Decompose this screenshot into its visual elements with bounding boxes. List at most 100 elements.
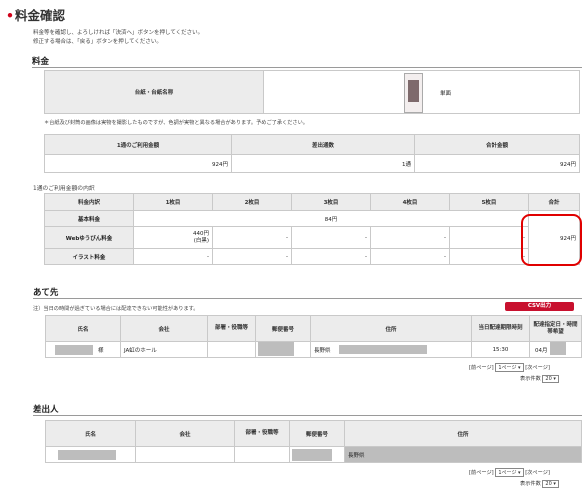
row-web-4: - xyxy=(370,226,450,249)
sender-count-select-value: 20 xyxy=(545,481,552,487)
row-web-first-price: 440円 xyxy=(193,230,209,237)
recipients-note: 注）当日の時間が過ぎている場合には配達できない可能性があります。 xyxy=(33,306,199,312)
sender-row: 長野県 xyxy=(45,446,582,463)
row-web-5: - xyxy=(449,226,529,249)
sender-divider xyxy=(33,415,582,416)
masked-sender-zip xyxy=(292,449,332,461)
sender-count-label: 表示件数 xyxy=(520,481,541,487)
sender-col-name: 氏名 xyxy=(45,420,136,447)
highlight-annotation xyxy=(521,214,582,266)
col-name: 氏名 xyxy=(45,315,121,342)
row-basic-value: 84円 xyxy=(133,210,529,227)
sender-name xyxy=(45,446,136,463)
col-delivery-date: 配達指定日・時間帯希望 xyxy=(529,315,582,342)
intro-line-2: 修正する場合は、「戻る」ボタンを押してください。 xyxy=(33,39,162,45)
summary-header-unit: 1通のご利用金額 xyxy=(44,134,232,155)
masked-sender-name xyxy=(58,450,116,460)
delivery-month: 04月 xyxy=(535,348,548,354)
intro-line-1: 料金等を確認し、よろしければ「決済へ」ボタンを押してください。 xyxy=(33,30,204,36)
row-basic-label: 基本料金 xyxy=(44,210,134,227)
breakdown-header-total: 合計 xyxy=(528,193,580,211)
count-label: 表示件数 xyxy=(520,376,541,382)
sender-heading: 差出人 xyxy=(33,405,59,415)
summary-table: 1通のご利用金額 差出通数 合計金額 924円 1通 924円 xyxy=(44,134,580,173)
sender-zip xyxy=(289,446,345,463)
sender-department xyxy=(234,446,290,463)
masked-address xyxy=(339,345,427,354)
row-illust-5: - xyxy=(449,248,529,265)
paper-thumbnail xyxy=(404,73,423,113)
breakdown-header-1: 1枚目 xyxy=(133,193,213,211)
summary-unit-price: 924円 xyxy=(44,154,232,173)
paper-table: 台紙・台紙名称 単面 xyxy=(44,70,580,114)
summary-header-total: 合計金額 xyxy=(414,134,580,155)
row-illust-1: - xyxy=(133,248,213,265)
col-company: 会社 xyxy=(120,315,208,342)
row-illust-2: - xyxy=(212,248,292,265)
sender-prev-page-link[interactable]: [前ページ] xyxy=(469,470,494,476)
summary-header-count: 差出通数 xyxy=(231,134,415,155)
recipient-delivery: 04月午前 xyxy=(529,341,582,358)
summary-total: 924円 xyxy=(414,154,580,173)
masked-zip xyxy=(258,342,294,356)
count-select-value: 20 xyxy=(545,376,552,382)
recipients-divider xyxy=(33,298,582,299)
recipients-table: 氏名 会社 部署・役職等 郵便番号 住所 当日配達期限時刻 配達指定日・時間帯希… xyxy=(45,315,582,358)
row-illust-4: - xyxy=(370,248,450,265)
row-illust-label: イラスト料金 xyxy=(44,248,134,265)
page-title-text: 料金確認 xyxy=(15,8,66,23)
sender-col-company: 会社 xyxy=(135,420,235,447)
breakdown-title: 1通のご利用金額の内訳 xyxy=(33,186,95,192)
paper-cell: 単面 xyxy=(263,70,580,114)
breakdown-header-4: 4枚目 xyxy=(370,193,450,211)
sender-next-page-link[interactable]: [次ページ] xyxy=(525,470,550,476)
recipient-row: 様 JA虹のホール 長野県 15:30 04月午前 xyxy=(45,341,582,358)
masked-name xyxy=(55,345,93,355)
sender-count-select[interactable]: 20 ▾ xyxy=(542,480,559,488)
recipient-name: 様 xyxy=(45,341,121,358)
sender-count: 表示件数 20 ▾ xyxy=(520,480,559,488)
breakdown-header-3: 3枚目 xyxy=(291,193,371,211)
breakdown-header-type: 料金内訳 xyxy=(44,193,134,211)
paper-name: 単面 xyxy=(440,91,452,97)
summary-count: 1通 xyxy=(231,154,415,173)
breakdown-header-5: 5枚目 xyxy=(449,193,529,211)
sender-address: 長野県 xyxy=(344,446,582,463)
row-web-first: 440円 (白黒) xyxy=(133,226,213,249)
recipient-honorific: 様 xyxy=(98,348,104,354)
csv-export-button[interactable]: CSV出力 xyxy=(505,302,574,311)
page-title: •料金確認 xyxy=(6,8,66,23)
breakdown-header-2: 2枚目 xyxy=(212,193,292,211)
page-select[interactable]: 1ページ ▾ xyxy=(495,363,524,372)
row-web-label: Webゆうびん料金 xyxy=(44,226,134,249)
sender-page-select[interactable]: 1ページ ▾ xyxy=(495,468,524,477)
sender-company xyxy=(135,446,235,463)
recipient-address-prefix: 長野県 xyxy=(314,348,331,354)
recipient-department xyxy=(207,341,256,358)
row-web-first-mode: (白黒) xyxy=(193,237,209,244)
recipient-address: 長野県 xyxy=(310,341,472,358)
count-select[interactable]: 20 ▾ xyxy=(542,375,559,383)
row-illust-3: - xyxy=(291,248,371,265)
recipient-company: JA虹のホール xyxy=(120,341,208,358)
col-address: 住所 xyxy=(310,315,472,342)
recipients-pager: [前ページ] 1ページ ▾ [次ページ] xyxy=(469,363,550,372)
prev-page-link[interactable]: [前ページ] xyxy=(469,365,494,371)
col-zip: 郵便番号 xyxy=(255,315,311,342)
sender-col-zip: 郵便番号 xyxy=(289,420,345,447)
col-same-day-deadline: 当日配達期限時刻 xyxy=(471,315,530,342)
row-web-2: - xyxy=(212,226,292,249)
recipients-heading: あて先 xyxy=(33,288,59,298)
sender-table: 氏名 会社 部署・役職等 郵便番号 住所 長野県 xyxy=(45,420,582,463)
col-department: 部署・役職等 xyxy=(207,315,256,342)
sender-pager: [前ページ] 1ページ ▾ [次ページ] xyxy=(469,468,550,477)
masked-date xyxy=(550,342,566,355)
sender-page-select-value: 1ページ xyxy=(498,470,517,476)
paper-header: 台紙・台紙名称 xyxy=(44,70,264,114)
next-page-link[interactable]: [次ページ] xyxy=(525,365,550,371)
fee-divider xyxy=(32,67,582,68)
recipient-deadline: 15:30 xyxy=(471,341,530,358)
breakdown-table: 料金内訳 1枚目 2枚目 3枚目 4枚目 5枚目 合計 基本料金 84円 924… xyxy=(44,193,580,265)
row-web-3: - xyxy=(291,226,371,249)
page-select-value: 1ページ xyxy=(498,365,517,371)
